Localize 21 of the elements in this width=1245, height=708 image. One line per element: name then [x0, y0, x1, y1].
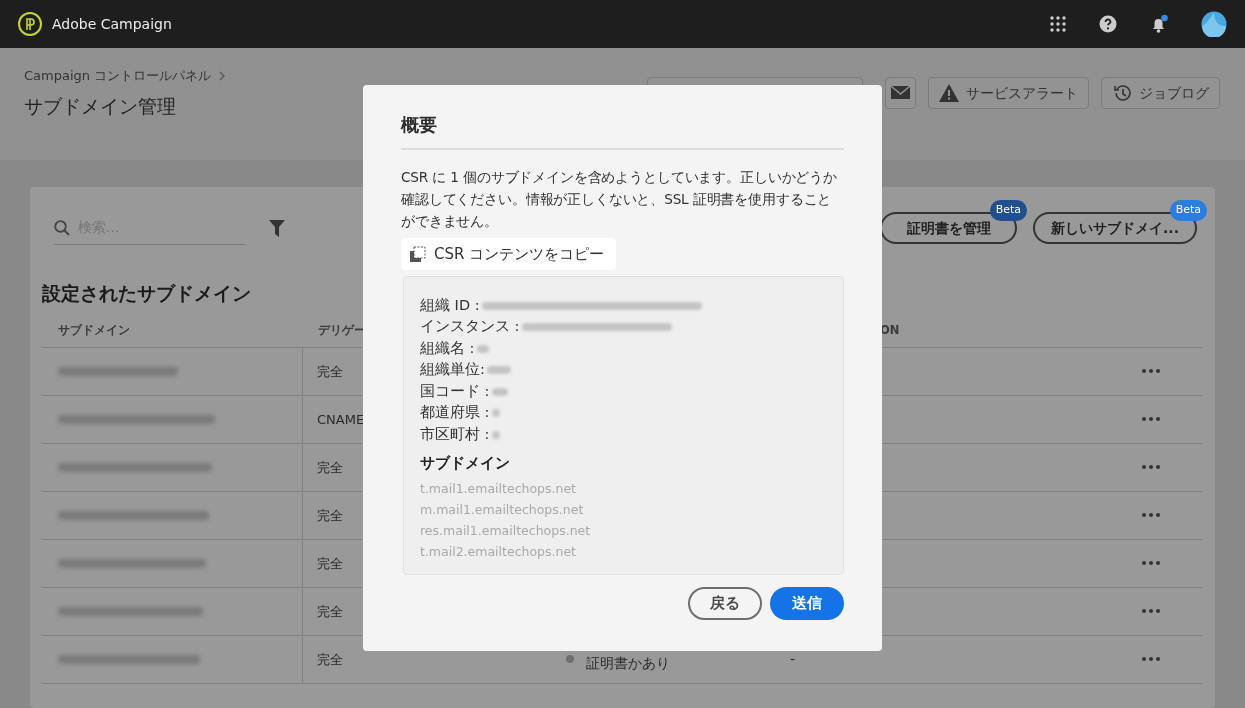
header-button[interactable]: ジョブログ	[1101, 77, 1220, 109]
page-title: サブドメイン管理	[24, 93, 177, 119]
app-title: Adobe Campaign	[52, 14, 172, 34]
dialog-title: 概要	[401, 111, 844, 150]
table-cell-text: -	[790, 649, 796, 669]
header-button[interactable]: サービスアラート	[928, 77, 1089, 109]
back-button[interactable]: 戻る	[688, 587, 762, 620]
field-label: 組織単位:	[420, 360, 485, 380]
field-label: 組織 ID :	[420, 295, 480, 315]
beta-badge: Beta	[989, 200, 1027, 221]
breadcrumb-link[interactable]: Campaign コントロールパネル	[24, 66, 212, 86]
dialog-message: CSR に 1 個のサブドメインを含めようとしています。正しいかどうか確認してください。情報が正しくないと、SSL 証明書を使用することができません。	[401, 168, 838, 231]
beta-badge: Beta	[1169, 200, 1207, 221]
copy-button[interactable]: CSR コンテンツをコピー	[401, 238, 617, 270]
column-header: サブドメイン	[42, 321, 302, 348]
table-cell-text: 証明書かあり	[586, 653, 670, 673]
submit-button[interactable]: 送信	[770, 587, 844, 620]
section-title: 設定されたサブドメイン	[42, 281, 251, 306]
field-label: 市区町村 :	[420, 424, 490, 444]
subdomains-heading: サブドメイン	[420, 452, 511, 474]
field-label: 都道府県 :	[420, 403, 490, 423]
